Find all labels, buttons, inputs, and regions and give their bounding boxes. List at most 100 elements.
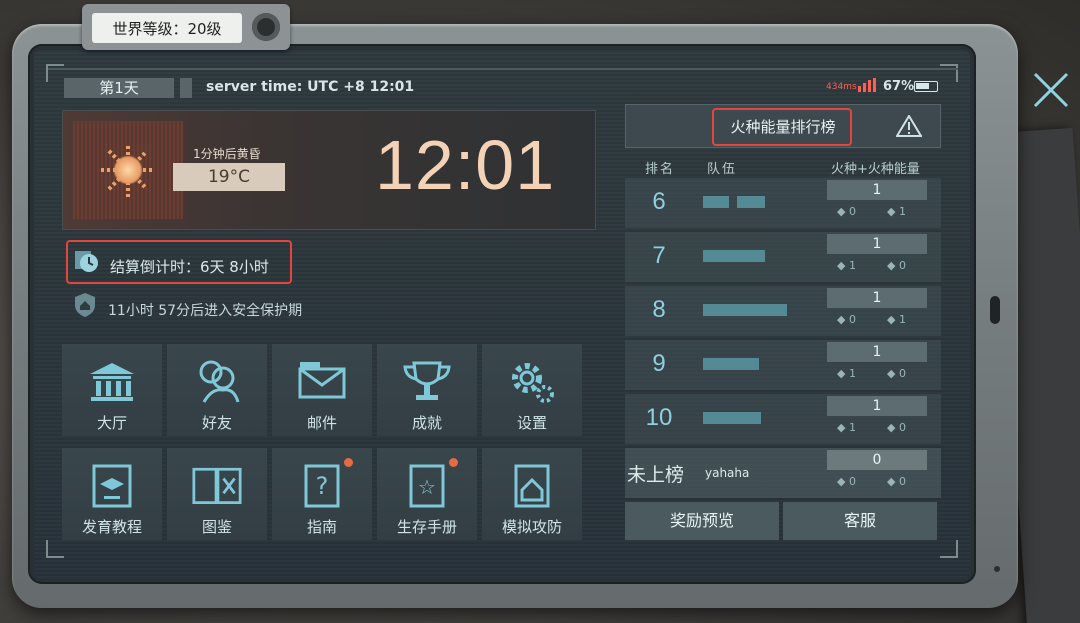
warning-icon[interactable]: [896, 115, 922, 137]
fire-count: ◆ 0: [837, 475, 856, 488]
corner-mark: [46, 540, 64, 558]
menu-item-codex[interactable]: 图鉴: [167, 448, 267, 540]
energy-count: ◆ 1: [887, 313, 906, 326]
rank-number: 10: [645, 404, 673, 431]
signal-bar: [863, 83, 866, 92]
menu-item-survival-manual[interactable]: ☆ 生存手册: [377, 448, 477, 540]
energy-count-value: 0: [898, 421, 906, 434]
tutorial-icon: [87, 462, 137, 508]
close-button[interactable]: [1030, 70, 1072, 112]
day-label-tail: [180, 78, 192, 98]
game-clock: 12:01: [375, 126, 556, 204]
sun-icon-box: [73, 121, 183, 219]
menu-label: 生存手册: [396, 518, 457, 536]
rank-number: 8: [652, 296, 666, 323]
menu-label: 成就: [411, 414, 442, 432]
temperature: 19°C: [173, 163, 285, 191]
highlight-box: [712, 108, 852, 146]
energy-count: ◆ 0: [887, 475, 906, 488]
ping-label: 434ms: [826, 82, 857, 92]
side-slot: [990, 296, 1000, 324]
energy-count-value: 1: [898, 205, 906, 218]
energy-count: ◆ 0: [887, 421, 906, 434]
menu-label: 模拟攻防: [501, 518, 562, 536]
frame-screw: [994, 566, 1000, 572]
col-header-score: 火种+火种能量: [831, 162, 920, 177]
fire-count: ◆ 0: [837, 205, 856, 218]
team-name-blurred: [737, 196, 765, 208]
score-value: 1: [827, 234, 927, 254]
manual-icon: ☆: [402, 462, 452, 508]
rank-number: 6: [652, 188, 666, 215]
svg-text:?: ?: [316, 472, 329, 500]
energy-count: ◆ 0: [887, 259, 906, 272]
top-divider: [48, 68, 958, 70]
shield-icon: [75, 293, 95, 317]
weather-panel: 1分钟后黄昏 19°C 12:01: [62, 110, 596, 230]
leaderboard-row[interactable]: 8 1 ◆ 0 ◆ 1: [625, 286, 941, 336]
fire-count-value: 1: [848, 259, 856, 272]
leaderboard-row[interactable]: 9 1 ◆ 1 ◆ 0: [625, 340, 941, 390]
leaderboard-row[interactable]: 6 1 ◆ 0 ◆ 1: [625, 178, 941, 228]
sun-icon: [113, 155, 143, 185]
fire-count: ◆ 1: [837, 259, 856, 272]
energy-count-value: 0: [898, 367, 906, 380]
fire-count: ◆ 1: [837, 367, 856, 380]
energy-count: ◆ 1: [887, 205, 906, 218]
weather-subtitle: 1分钟后黄昏: [193, 147, 261, 161]
fire-count: ◆ 1: [837, 421, 856, 434]
corner-mark: [940, 64, 958, 82]
clock-icon: [75, 251, 98, 272]
team-name-blurred: [703, 304, 787, 316]
fire-count-value: 1: [848, 367, 856, 380]
menu-item-guide[interactable]: ? 指南: [272, 448, 372, 540]
menu-item-friends[interactable]: 好友: [167, 344, 267, 436]
world-level-tag: 世界等级：20级: [82, 4, 290, 50]
menu-label: 大厅: [96, 414, 127, 432]
menu-item-settings[interactable]: 设置: [482, 344, 582, 436]
customer-service-button[interactable]: 客服: [783, 502, 937, 540]
simulation-icon: [507, 462, 557, 508]
leaderboard-row[interactable]: 10 1 ◆ 1 ◆ 0: [625, 394, 941, 444]
fire-count-value: 0: [848, 313, 856, 326]
notification-dot: [344, 458, 353, 467]
menu-item-achievement[interactable]: 成就: [377, 344, 477, 436]
rank-number: 9: [652, 350, 666, 377]
unranked-label: 未上榜: [627, 464, 685, 486]
col-header-team: 队伍: [707, 162, 738, 177]
team-name-blurred: [703, 196, 729, 208]
score-value: 1: [827, 180, 927, 200]
world-level-label: 世界等级：20级: [92, 13, 242, 43]
score-value: 0: [827, 450, 927, 470]
fire-count-value: 0: [848, 205, 856, 218]
col-header-rank: 排名: [645, 162, 676, 177]
my-team-row[interactable]: 未上榜 yahaha 0 ◆ 0 ◆ 0: [625, 448, 941, 498]
battery-percent: 67%: [883, 79, 915, 94]
energy-count-value: 0: [898, 475, 906, 488]
score-value: 1: [827, 396, 927, 416]
day-label: 第1天: [64, 78, 174, 98]
close-icon: [1033, 72, 1069, 108]
menu-item-simulation[interactable]: 模拟攻防: [482, 448, 582, 540]
leaderboard-row[interactable]: 7 1 ◆ 1 ◆ 0: [625, 232, 941, 282]
book-icon: [192, 462, 242, 508]
menu-label: 好友: [201, 414, 232, 432]
signal-bar: [868, 80, 871, 92]
gear-icon: [507, 358, 557, 404]
menu-item-hall[interactable]: 大厅: [62, 344, 162, 436]
energy-count: ◆ 0: [887, 367, 906, 380]
energy-count-value: 1: [898, 313, 906, 326]
team-name-blurred: [703, 250, 765, 262]
trophy-icon: [402, 358, 452, 404]
menu-label: 设置: [516, 414, 547, 432]
signal-bar: [858, 86, 861, 92]
reward-preview-button[interactable]: 奖励预览: [625, 502, 779, 540]
menu-item-mail[interactable]: 邮件: [272, 344, 372, 436]
energy-count-value: 0: [898, 259, 906, 272]
menu-label: 发育教程: [81, 518, 142, 536]
menu-item-tutorial[interactable]: 发育教程: [62, 448, 162, 540]
score-value: 1: [827, 342, 927, 362]
notification-dot: [449, 458, 458, 467]
mail-icon: [297, 358, 347, 404]
fire-count-value: 1: [848, 421, 856, 434]
